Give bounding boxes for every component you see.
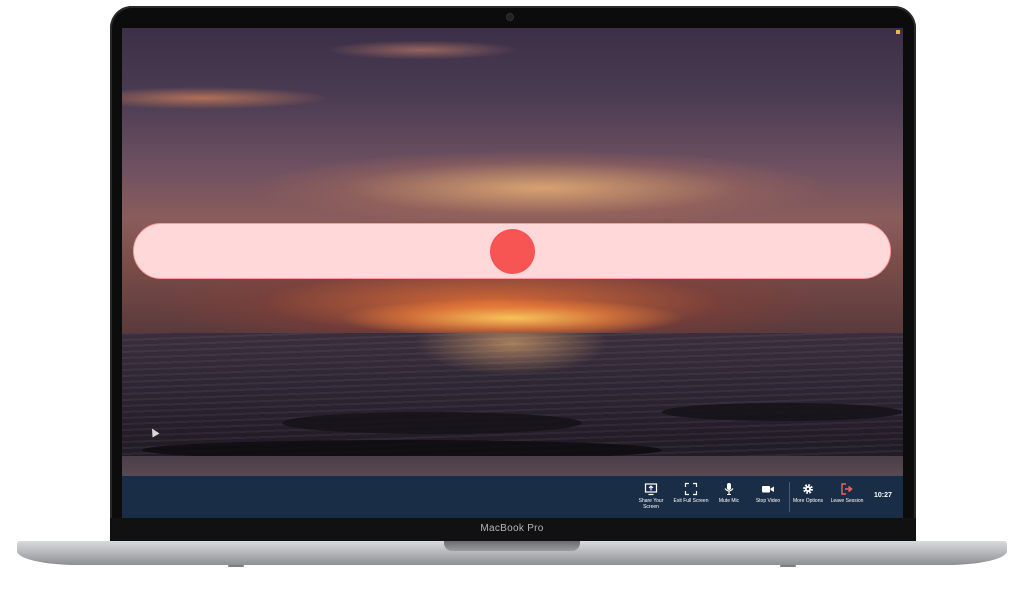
webcam [507, 14, 513, 20]
meeting-toolbar: Share Your Screen Exit Full Screen Mute … [122, 476, 903, 518]
window-corner-indicator [896, 30, 900, 34]
exit-fullscreen-button[interactable]: Exit Full Screen [671, 481, 711, 515]
more-options-label: More Options [792, 498, 823, 504]
slider-thumb[interactable] [489, 229, 535, 274]
session-clock: 10:27 [874, 492, 892, 499]
sunset-sky-background [122, 28, 903, 333]
stop-video-button[interactable]: Stop Video [748, 481, 788, 515]
share-screen-label: Share Your Screen [638, 498, 664, 510]
wave [282, 412, 582, 434]
device-brand-label: MacBook Pro [480, 523, 544, 534]
microphone-icon [724, 483, 734, 496]
lid-opening-notch [444, 541, 580, 551]
laptop-foot [228, 565, 244, 567]
wave [662, 403, 902, 421]
stop-video-label: Stop Video [755, 498, 781, 504]
mute-mic-label: Mute Mic [718, 498, 740, 504]
mute-mic-button[interactable]: Mute Mic [709, 481, 749, 515]
shore [122, 456, 903, 478]
exit-fullscreen-label: Exit Full Screen [673, 498, 709, 504]
leave-session-icon [841, 483, 853, 495]
laptop-mockup: Share Your Screen Exit Full Screen Mute … [0, 0, 1024, 593]
leave-session-label: Leave Session [830, 498, 864, 504]
more-options-button[interactable]: More Options [788, 481, 828, 515]
exit-fullscreen-icon [684, 482, 698, 496]
laptop-foot [780, 565, 796, 567]
video-camera-icon [762, 486, 774, 493]
leave-session-button[interactable]: Leave Session [827, 481, 867, 515]
share-screen-icon [644, 483, 658, 496]
gear-icon [803, 484, 813, 494]
share-screen-button[interactable]: Share Your Screen [631, 481, 671, 515]
screen: Share Your Screen Exit Full Screen Mute … [122, 28, 903, 518]
